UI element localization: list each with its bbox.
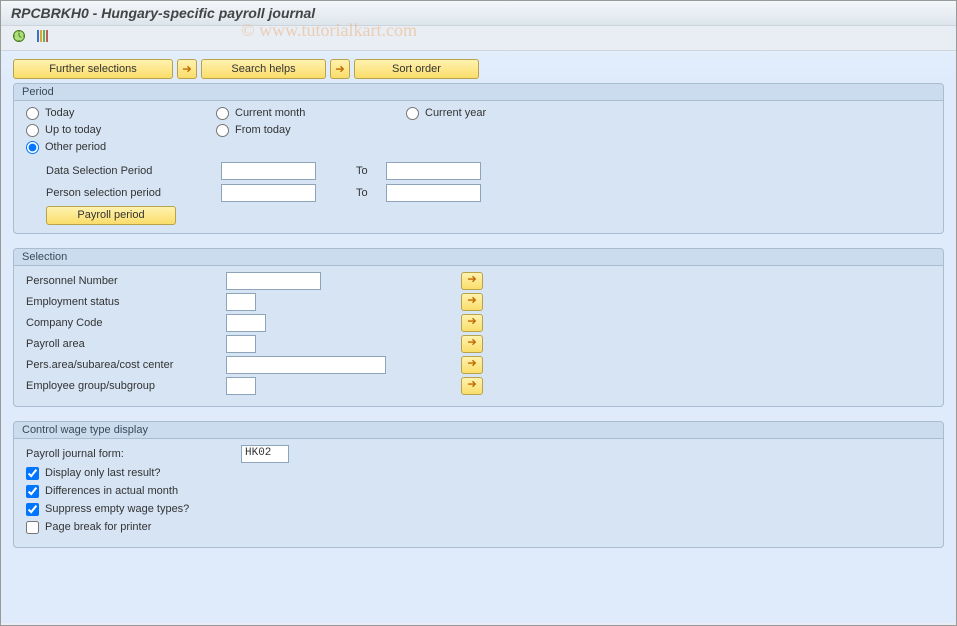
payroll-journal-form-label: Payroll journal form: — [26, 448, 241, 460]
window-title: RPCBRKH0 - Hungary-specific payroll jour… — [1, 1, 956, 26]
selection-row: Company Code — [26, 314, 931, 332]
multiple-selection-button[interactable] — [461, 293, 483, 311]
selection-row-label: Employment status — [26, 296, 226, 308]
checkbox[interactable] — [26, 503, 39, 516]
checkbox[interactable] — [26, 521, 39, 534]
radio-up-to-today-label: Up to today — [45, 124, 101, 136]
radio-other-period[interactable]: Other period — [26, 141, 216, 154]
sort-order-label: Sort order — [392, 63, 441, 75]
multiple-selection-button[interactable] — [461, 335, 483, 353]
person-sel-period-to-input[interactable] — [386, 184, 481, 202]
selection-row-label: Company Code — [26, 317, 226, 329]
control-group-title: Control wage type display — [14, 422, 943, 439]
selection-row-input[interactable] — [226, 272, 321, 290]
search-helps-arrow-button[interactable] — [177, 59, 197, 79]
selection-row-label: Pers.area/subarea/cost center — [26, 359, 226, 371]
selection-row-input[interactable] — [226, 293, 256, 311]
checkbox-label: Display only last result? — [45, 467, 161, 479]
selection-row-label: Personnel Number — [26, 275, 226, 287]
multiple-selection-button[interactable] — [461, 314, 483, 332]
to-label-1: To — [356, 165, 386, 177]
payroll-journal-form-value[interactable]: HK02 — [241, 445, 289, 463]
selection-row: Employee group/subgroup — [26, 377, 931, 395]
checkbox-row[interactable]: Display only last result? — [26, 467, 931, 480]
data-sel-period-to-input[interactable] — [386, 162, 481, 180]
selection-toolbar: Further selections Search helps Sort ord… — [9, 59, 948, 79]
sort-order-button[interactable]: Sort order — [354, 59, 479, 79]
to-label-2: To — [356, 187, 386, 199]
person-sel-period-label: Person selection period — [26, 187, 221, 199]
checkbox[interactable] — [26, 485, 39, 498]
period-group-title: Period — [14, 84, 943, 101]
selection-row: Employment status — [26, 293, 931, 311]
further-selections-label: Further selections — [49, 63, 136, 75]
checkbox-label: Differences in actual month — [45, 485, 178, 497]
radio-current-year[interactable]: Current year — [406, 107, 596, 120]
checkbox[interactable] — [26, 467, 39, 480]
selection-row: Payroll area — [26, 335, 931, 353]
checkbox-label: Suppress empty wage types? — [45, 503, 189, 515]
selection-row-input[interactable] — [226, 335, 256, 353]
checkbox-row[interactable]: Differences in actual month — [26, 485, 931, 498]
icon-toolbar: © www.tutorialkart.com — [1, 26, 956, 51]
radio-from-today[interactable]: From today — [216, 124, 406, 137]
further-selections-button[interactable]: Further selections — [13, 59, 173, 79]
data-sel-period-from-input[interactable] — [221, 162, 316, 180]
data-sel-period-label: Data Selection Period — [26, 165, 221, 177]
checkbox-row[interactable]: Page break for printer — [26, 521, 931, 534]
selection-row-label: Employee group/subgroup — [26, 380, 226, 392]
selection-row-input[interactable] — [226, 314, 266, 332]
selection-row: Personnel Number — [26, 272, 931, 290]
search-helps-label: Search helps — [231, 63, 295, 75]
selection-row: Pers.area/subarea/cost center — [26, 356, 931, 374]
radio-other-period-label: Other period — [45, 141, 106, 153]
selection-row-input[interactable] — [226, 377, 256, 395]
checkbox-row[interactable]: Suppress empty wage types? — [26, 503, 931, 516]
title-text: RPCBRKH0 - Hungary-specific payroll jour… — [11, 5, 315, 21]
sort-order-arrow-button[interactable] — [330, 59, 350, 79]
window: RPCBRKH0 - Hungary-specific payroll jour… — [0, 0, 957, 626]
selection-row-label: Payroll area — [26, 338, 226, 350]
variant-icon[interactable] — [32, 28, 52, 46]
selection-row-input[interactable] — [226, 356, 386, 374]
person-sel-period-from-input[interactable] — [221, 184, 316, 202]
selection-group-title: Selection — [14, 249, 943, 266]
multiple-selection-button[interactable] — [461, 356, 483, 374]
selection-group: Selection Personnel Number Employment sta… — [13, 248, 944, 407]
checkbox-label: Page break for printer — [45, 521, 151, 533]
payroll-period-button[interactable]: Payroll period — [46, 206, 176, 225]
radio-up-to-today[interactable]: Up to today — [26, 124, 216, 137]
multiple-selection-button[interactable] — [461, 272, 483, 290]
period-group: Period Today Current month Current year … — [13, 83, 944, 234]
payroll-period-label: Payroll period — [77, 209, 144, 221]
radio-today[interactable]: Today — [26, 107, 216, 120]
radio-today-label: Today — [45, 107, 74, 119]
control-group: Control wage type display Payroll journa… — [13, 421, 944, 548]
radio-current-year-label: Current year — [425, 107, 486, 119]
multiple-selection-button[interactable] — [461, 377, 483, 395]
execute-icon[interactable] — [9, 28, 29, 46]
radio-current-month[interactable]: Current month — [216, 107, 406, 120]
search-helps-button[interactable]: Search helps — [201, 59, 326, 79]
radio-current-month-label: Current month — [235, 107, 305, 119]
content-area: Further selections Search helps Sort ord… — [1, 51, 956, 623]
radio-from-today-label: From today — [235, 124, 291, 136]
